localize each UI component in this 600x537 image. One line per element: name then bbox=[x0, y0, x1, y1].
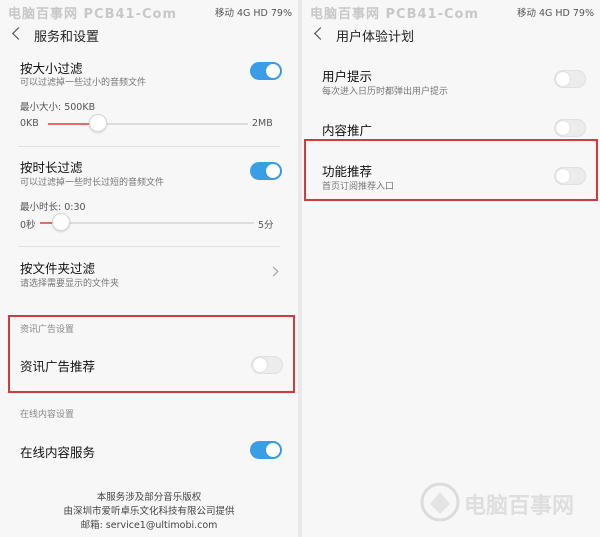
status-bar: 电脑百事网 PCB41-Com 移动 4G HD 79% bbox=[302, 0, 600, 22]
folder-filter-desc: 请选择需要显示的文件夹 bbox=[20, 279, 120, 289]
size-filter-toggle[interactable] bbox=[250, 62, 282, 80]
watermark-text: 电脑百事网 PCB41-Com bbox=[310, 7, 480, 22]
status-carrier: 移动 4G HD 79% bbox=[516, 8, 594, 19]
status-bar: 电脑百事网 PCB41-Com 移动 4G HD 79% bbox=[0, 0, 298, 22]
online-service-toggle[interactable] bbox=[250, 441, 282, 459]
status-carrier: 移动 4G HD 79% bbox=[214, 8, 292, 19]
size-range-min: 0KB bbox=[20, 118, 39, 129]
chevron-right-icon bbox=[268, 266, 279, 277]
duration-filter-toggle[interactable] bbox=[250, 162, 282, 180]
watermark-text: 电脑百事网 PCB41-Com bbox=[8, 7, 178, 22]
divider bbox=[18, 146, 280, 147]
title-bar: 服务和设置 bbox=[0, 22, 298, 50]
user-tips-toggle[interactable] bbox=[554, 70, 586, 88]
size-slider-thumb[interactable] bbox=[89, 114, 107, 132]
folder-filter-label: 按文件夹过滤 bbox=[20, 261, 96, 276]
duration-filter-desc: 可以过滤掉一些时长过短的音频文件 bbox=[20, 178, 165, 188]
duration-range-max: 5分 bbox=[258, 220, 274, 231]
battery-level: 79% bbox=[270, 8, 292, 19]
toggle-knob bbox=[266, 164, 280, 178]
folder-filter-row[interactable]: 按文件夹过滤 请选择需要显示的文件夹 bbox=[0, 250, 298, 294]
size-range-max: 2MB bbox=[252, 118, 273, 129]
toggle-knob bbox=[266, 443, 280, 457]
brand-watermark: 电脑百事网 bbox=[420, 478, 600, 528]
highlight-box bbox=[304, 139, 598, 201]
content-promo-toggle[interactable] bbox=[554, 119, 586, 137]
battery-level: 79% bbox=[572, 8, 594, 19]
duration-slider-track bbox=[40, 222, 254, 224]
user-tips-desc: 每次进入日历时都弹出用户提示 bbox=[322, 87, 449, 97]
toggle-knob bbox=[266, 64, 280, 78]
back-arrow-icon[interactable] bbox=[314, 27, 327, 40]
brand-logo-icon bbox=[420, 482, 460, 522]
user-tips-label: 用户提示 bbox=[322, 69, 373, 84]
size-filter-desc: 可以过滤掉一些过小的音频文件 bbox=[20, 78, 147, 88]
duration-range-min: 0秒 bbox=[20, 220, 36, 231]
title-bar: 用户体验计划 bbox=[302, 22, 600, 50]
right-screen: 电脑百事网 PCB41-Com 移动 4G HD 79% 用户体验计划 用户提示… bbox=[302, 0, 600, 537]
left-screen: 电脑百事网 PCB41-Com 移动 4G HD 79% 服务和设置 按大小过滤… bbox=[0, 0, 298, 537]
duration-slider-thumb[interactable] bbox=[52, 213, 71, 231]
duration-min-label: 最小时长: 0:30 bbox=[20, 202, 86, 213]
highlight-box bbox=[8, 315, 295, 393]
toggle-knob bbox=[556, 72, 570, 86]
brand-watermark-text: 电脑百事网 bbox=[464, 494, 575, 519]
divider bbox=[18, 246, 280, 247]
page-title: 用户体验计划 bbox=[336, 30, 415, 45]
footer-line1: 本服务涉及部分音乐版权 bbox=[96, 492, 202, 503]
back-arrow-icon[interactable] bbox=[12, 27, 25, 40]
footer-line2: 由深圳市爱听卓乐文化科技有限公司提供 bbox=[63, 506, 235, 517]
online-section-header: 在线内容设置 bbox=[20, 410, 75, 420]
content-promo-label: 内容推广 bbox=[322, 123, 373, 138]
duration-filter-label: 按时长过滤 bbox=[20, 160, 83, 175]
size-min-label: 最小大小: 500KB bbox=[20, 102, 96, 113]
toggle-knob bbox=[556, 121, 570, 135]
online-service-label: 在线内容服务 bbox=[20, 445, 96, 460]
footer-email: 邮箱: service1@ultimobi.com bbox=[80, 520, 218, 531]
page-title: 服务和设置 bbox=[34, 30, 100, 45]
